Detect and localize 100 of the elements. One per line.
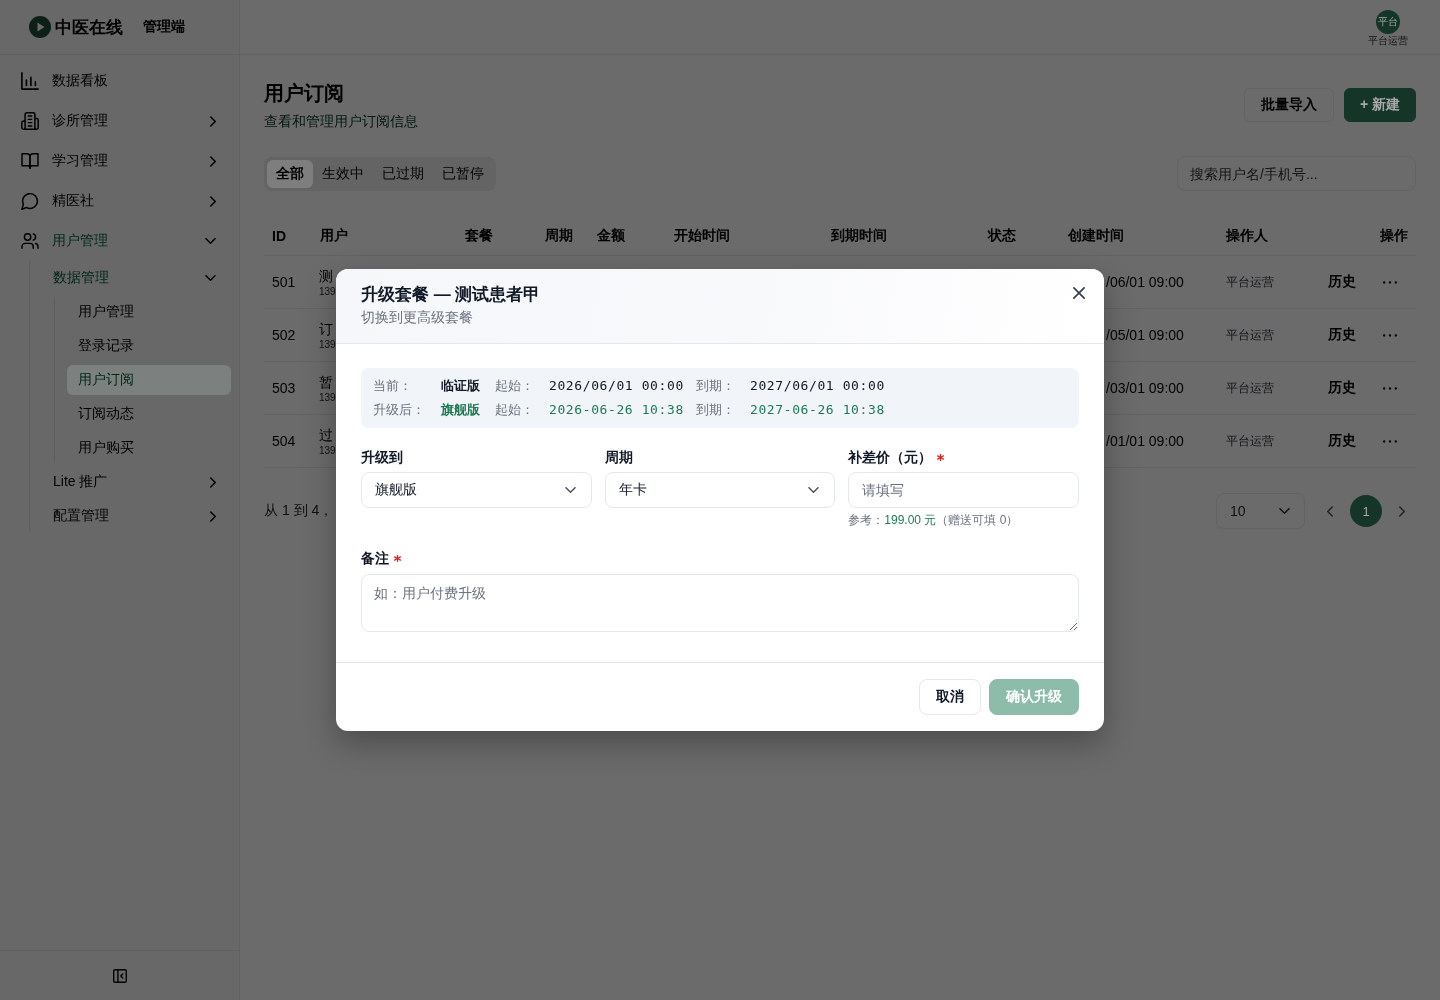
field-label: 周期	[604, 448, 633, 467]
chevron-right-icon	[210, 510, 216, 522]
field-label: 备注	[361, 549, 389, 568]
history-link[interactable]: 历史	[1328, 326, 1356, 344]
bar-chart-icon	[21, 72, 39, 90]
collapse-sidebar-icon[interactable]	[112, 968, 127, 983]
open-book-icon	[21, 153, 39, 169]
filter-tab[interactable]: 全部	[267, 159, 313, 188]
filter-tab[interactable]: 已过期	[373, 159, 433, 188]
column-heading: ID	[272, 227, 286, 244]
nav-item[interactable]: 订阅动态	[67, 399, 231, 429]
nav-item[interactable]: Lite 推广	[42, 467, 231, 497]
row-id: 503	[272, 380, 296, 396]
created-time: /05/01 09:00	[1106, 327, 1184, 343]
column-heading: 周期	[545, 226, 573, 245]
chevron-down-icon	[564, 487, 576, 493]
nav-item[interactable]: 数据看板	[8, 61, 231, 101]
operator-name: 平台运营	[1226, 432, 1274, 450]
import-button[interactable]: 批量导入	[1243, 88, 1334, 122]
phone-text: 139	[319, 443, 336, 457]
column-heading: 开始时间	[674, 226, 730, 245]
filter-tab[interactable]: 已暂停	[433, 159, 493, 188]
phone-text: 139	[319, 390, 336, 404]
more-icon[interactable]	[1383, 439, 1397, 443]
created-time: /03/01 09:00	[1106, 380, 1184, 396]
column-heading: 金额	[597, 226, 625, 245]
chevron-down-icon	[205, 275, 216, 281]
column-heading: 到期时间	[831, 226, 887, 245]
column-heading: 用户	[320, 226, 348, 245]
nav-item[interactable]: 精医社	[8, 181, 231, 221]
chevron-down-icon	[1279, 508, 1290, 514]
summary-label: 起始：	[495, 401, 534, 419]
note-textarea[interactable]: 如：用户付费升级	[361, 574, 1079, 632]
nav-item[interactable]: 用户管理	[8, 221, 231, 261]
nav-item[interactable]: 学习管理	[8, 141, 231, 181]
search-field[interactable]: 搜索用户名/手机号...	[1177, 156, 1416, 191]
row-id: 502	[272, 327, 296, 343]
operator-name: 平台运营	[1226, 273, 1274, 291]
select-field[interactable]: 旗舰版	[361, 472, 592, 508]
users-icon	[21, 233, 39, 249]
summary-label: 到期：	[696, 377, 735, 395]
price-input[interactable]: 请填写	[848, 472, 1079, 508]
chevron-right-icon	[1399, 505, 1405, 517]
field-label: 升级到	[361, 448, 403, 467]
column-heading: 套餐	[465, 226, 493, 245]
row-id: 501	[272, 274, 296, 290]
chevron-right-icon	[210, 155, 216, 167]
history-link[interactable]: 历史	[1328, 432, 1356, 450]
chevron-down-icon	[808, 487, 820, 493]
cancel-button[interactable]: 取消	[919, 679, 981, 715]
summary-label: 升级后：	[373, 401, 425, 419]
page-size-select[interactable]: 10	[1216, 493, 1305, 529]
nav-item[interactable]: 配置管理	[42, 501, 231, 531]
nav-item[interactable]: 用户管理	[67, 297, 231, 327]
dialog-title: 升级套餐 — 测试患者甲	[361, 284, 541, 306]
operator-name: 平台运营	[1226, 326, 1274, 344]
row-id: 504	[272, 433, 296, 449]
select-field[interactable]: 年卡	[604, 472, 836, 508]
end-date: 2027-06-26 10:38	[750, 401, 885, 419]
nav-item[interactable]: 登录记录	[67, 331, 231, 361]
page-subtitle: 查看和管理用户订阅信息	[264, 112, 418, 131]
start-date: 2026-06-26 10:38	[549, 401, 684, 419]
user-name-text: 过	[319, 425, 334, 444]
end-date: 2027/06/01 00:00	[750, 377, 885, 395]
chevron-right-icon	[210, 476, 216, 488]
operator-name: 平台运营	[1226, 379, 1274, 397]
created-time: /06/01 09:00	[1106, 274, 1184, 290]
building-icon	[21, 112, 39, 130]
user-name-text: 暂	[319, 372, 334, 391]
more-icon[interactable]	[1383, 386, 1397, 390]
nav-item[interactable]: 用户订阅	[67, 365, 231, 395]
brand-subtitle: 管理端	[143, 18, 185, 36]
column-heading: 状态	[988, 226, 1016, 245]
summary-label: 起始：	[495, 377, 534, 395]
created-time: /01/01 09:00	[1106, 433, 1184, 449]
close-icon	[1073, 287, 1085, 299]
nav-item[interactable]: 诊所管理	[8, 101, 231, 141]
pager-summary: 从 1 到 4，	[264, 502, 334, 520]
summary-label: 到期：	[696, 401, 735, 419]
field-label: 补差价（元）	[848, 448, 933, 467]
page-title: 用户订阅	[264, 81, 345, 106]
user-name: 平台运营	[1368, 35, 1408, 47]
filter-tab[interactable]: 生效中	[313, 159, 373, 188]
chevron-down-icon	[205, 238, 216, 244]
field-hint: 参考：199.00 元（赠送可填 0）	[848, 512, 1020, 528]
column-heading: 操作人	[1226, 226, 1268, 245]
more-icon[interactable]	[1383, 333, 1397, 337]
nav-item[interactable]: 数据管理	[42, 263, 231, 293]
nav-item[interactable]: 用户购买	[67, 433, 231, 463]
create-button[interactable]: + 新建	[1343, 88, 1416, 122]
column-heading: 操作	[1380, 226, 1408, 245]
more-icon[interactable]	[1383, 280, 1397, 284]
user-name-text: 测	[319, 266, 334, 285]
plan-name: 临证版	[441, 377, 480, 395]
history-link[interactable]: 历史	[1328, 379, 1356, 397]
page-button[interactable]: 1	[1350, 495, 1382, 527]
start-date: 2026/06/01 00:00	[549, 377, 684, 395]
history-link[interactable]: 历史	[1328, 273, 1356, 291]
column-heading: 创建时间	[1068, 226, 1124, 245]
user-avatar[interactable]: 平台	[1376, 10, 1400, 34]
